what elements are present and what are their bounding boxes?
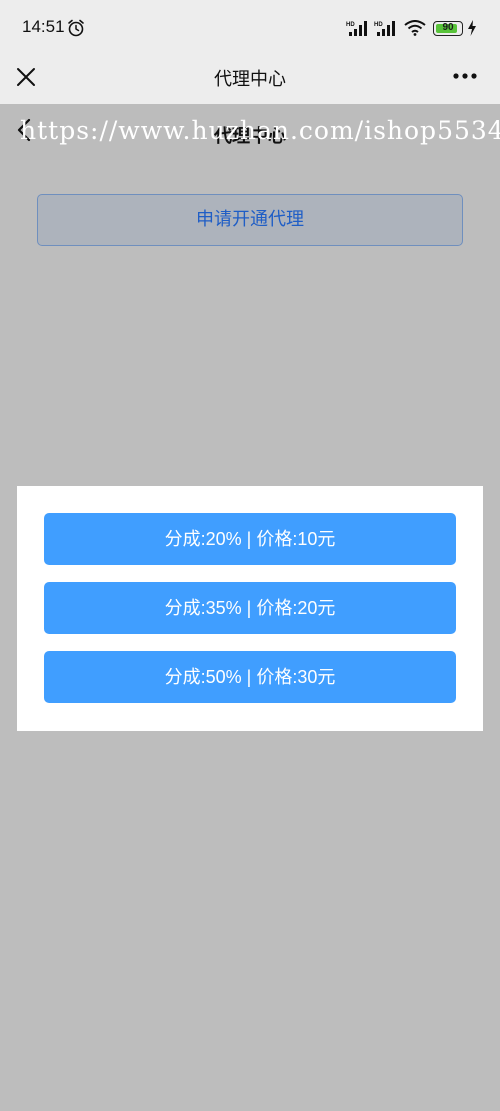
watermark: https://www.huzhan.com/ishop5534 bbox=[20, 116, 500, 145]
apply-agent-button[interactable]: 申请开通代理 bbox=[37, 194, 463, 246]
status-bar: 14:51 HD HD 90 bbox=[0, 0, 500, 54]
plan-option-50[interactable]: 分成:50% | 价格:30元 bbox=[44, 651, 456, 703]
signal-icon: HD bbox=[346, 21, 367, 36]
bolt-icon bbox=[468, 20, 476, 36]
plan-option-20[interactable]: 分成:20% | 价格:10元 bbox=[44, 513, 456, 565]
alarm-icon bbox=[68, 19, 84, 37]
battery-level: 90 bbox=[442, 22, 454, 33]
plan-option-35[interactable]: 分成:35% | 价格:20元 bbox=[44, 582, 456, 634]
status-time: 14:51 bbox=[22, 17, 65, 36]
svg-text:HD: HD bbox=[346, 22, 355, 28]
more-icon[interactable] bbox=[452, 72, 478, 80]
wifi-icon bbox=[404, 20, 426, 36]
battery-indicator: 90 bbox=[433, 21, 463, 36]
nav-bar: 代理中心 bbox=[0, 54, 500, 104]
nav-title: 代理中心 bbox=[214, 69, 286, 90]
plan-options-panel: 分成:20% | 价格:10元 分成:35% | 价格:20元 分成:50% |… bbox=[17, 486, 483, 731]
signal-icon: HD bbox=[374, 21, 395, 36]
svg-text:HD: HD bbox=[374, 22, 383, 28]
page-header: 代理中心 https://www.huzhan.com/ishop5534 bbox=[0, 104, 500, 160]
